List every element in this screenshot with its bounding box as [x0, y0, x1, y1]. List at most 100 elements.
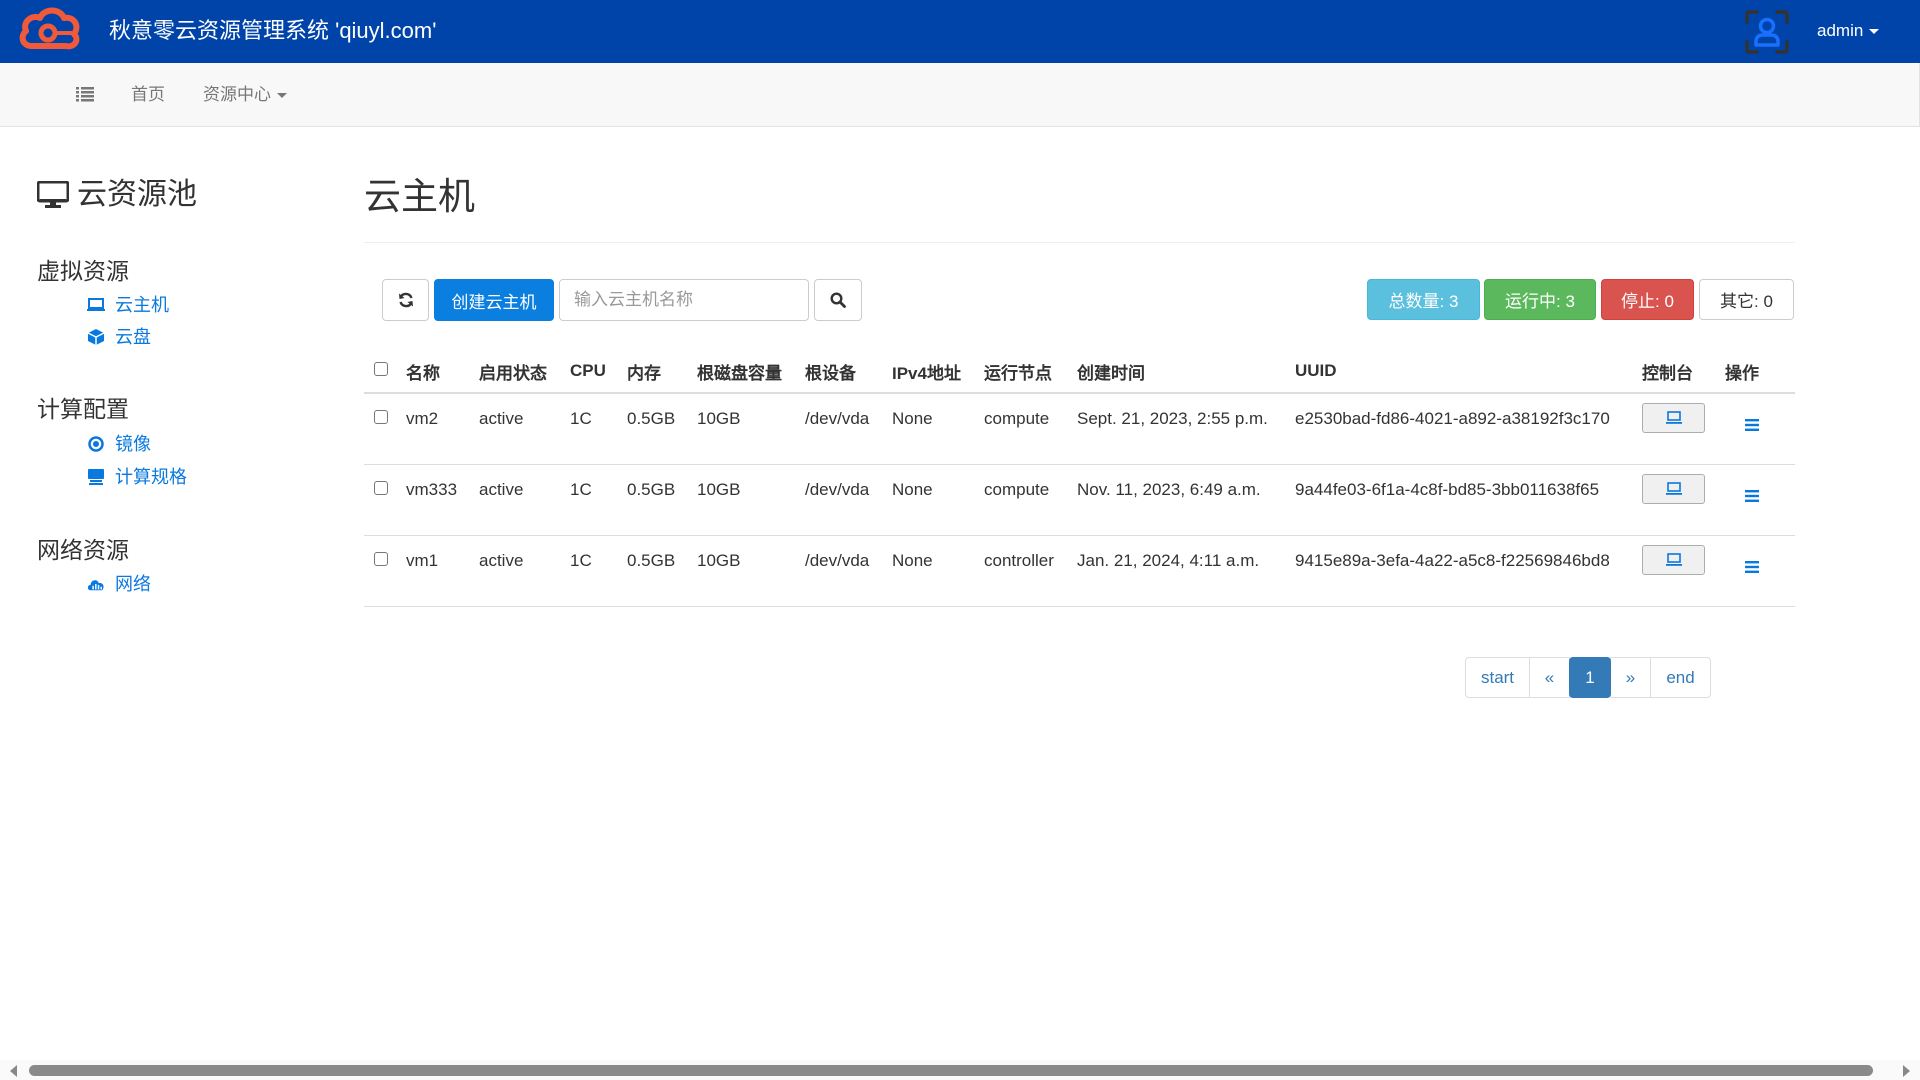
col-memory[interactable]: 内存: [621, 350, 691, 394]
col-node[interactable]: 运行节点: [978, 350, 1071, 394]
user-menu[interactable]: admin: [1817, 19, 1880, 43]
row-checkbox[interactable]: [374, 410, 388, 424]
sidebar-item-image[interactable]: 镜像: [87, 432, 151, 456]
console-button[interactable]: [1642, 473, 1705, 504]
vm-status: active: [473, 535, 564, 607]
row-checkbox[interactable]: [374, 551, 388, 566]
pagination: start « 1 » end: [1465, 657, 1711, 698]
vm-memory: 0.5GB: [621, 464, 691, 536]
sidebar-group-network: 网络资源: [37, 537, 129, 563]
col-status[interactable]: 启用状态: [473, 350, 564, 394]
sidebar-item-label: 云盘: [115, 327, 151, 347]
app-title: 秋意零云资源管理系统 'qiuyl.com': [109, 18, 437, 43]
vm-ipv4: None: [886, 393, 978, 465]
title-divider: [364, 242, 1795, 243]
user-name: admin: [1817, 21, 1864, 40]
vm-status: active: [473, 393, 564, 465]
cube-icon: [87, 328, 105, 346]
stopped-count-badge[interactable]: 停止: 0: [1601, 279, 1694, 320]
vm-name: vm1: [400, 535, 473, 607]
sidebar-group-compute: 计算配置: [37, 396, 129, 422]
sidebar-item-label: 云主机: [115, 295, 169, 315]
vm-created: Nov. 11, 2023, 6:49 a.m.: [1071, 464, 1289, 536]
page-current[interactable]: 1: [1569, 657, 1611, 698]
vm-cpu: 1C: [564, 393, 621, 465]
nav-home[interactable]: 首页: [131, 84, 165, 106]
sidebar-group-virtual: 虚拟资源: [37, 258, 129, 284]
page-end[interactable]: end: [1650, 657, 1711, 698]
vm-uuid: 9415e89a-3efa-4a22-a5c8-f22569846bd8: [1289, 535, 1636, 607]
vm-root-device: /dev/vda: [799, 393, 886, 465]
laptop-icon: [1665, 411, 1682, 424]
col-disk[interactable]: 根磁盘容量: [691, 350, 799, 394]
menu-hamburger-icon[interactable]: [1745, 419, 1759, 431]
vm-node: controller: [978, 535, 1071, 607]
table-row: vm333 active 1C 0.5GB 10GB /dev/vda None…: [364, 464, 1795, 536]
scroll-right-arrow-icon[interactable]: [1903, 1065, 1910, 1077]
page-prev[interactable]: «: [1529, 657, 1570, 698]
vm-created: Jan. 21, 2024, 4:11 a.m.: [1071, 535, 1289, 607]
scroll-left-arrow-icon[interactable]: [10, 1065, 17, 1077]
col-created[interactable]: 创建时间: [1071, 350, 1289, 394]
laptop-icon: [1665, 481, 1682, 495]
sidebar-item-vm[interactable]: 云主机: [87, 293, 169, 317]
sidebar-item-label: 网络: [115, 574, 151, 594]
refresh-button[interactable]: [382, 279, 429, 321]
sidebar-item-label: 镜像: [115, 434, 151, 454]
horizontal-scrollbar[interactable]: [0, 1060, 1920, 1080]
nav-resource-center[interactable]: 资源中心: [203, 84, 287, 106]
col-actions: 操作: [1719, 350, 1795, 394]
table-row: vm2 active 1C 0.5GB 10GB /dev/vda None c…: [364, 393, 1795, 465]
row-checkbox[interactable]: [374, 480, 388, 495]
col-ipv4[interactable]: IPv4地址: [886, 350, 978, 394]
vm-node: compute: [978, 464, 1071, 536]
col-root-device[interactable]: 根设备: [799, 350, 886, 394]
cloud-chart-icon: [87, 575, 105, 593]
table-header-row: 名称 启用状态 CPU 内存 根磁盘容量 根设备 IPv4地址 运行节点 创建时…: [364, 350, 1795, 394]
other-count-badge[interactable]: 其它: 0: [1699, 279, 1794, 320]
page-start[interactable]: start: [1465, 657, 1530, 698]
scrollbar-thumb[interactable]: [29, 1065, 1873, 1076]
laptop-icon: [1665, 552, 1682, 566]
vm-root-device: /dev/vda: [799, 535, 886, 607]
page-title: 云主机: [364, 176, 475, 217]
sidebar-title: 云资源池: [37, 175, 197, 215]
navbar: 首页 资源中心: [0, 63, 1920, 127]
col-name[interactable]: 名称: [400, 350, 473, 394]
menu-hamburger-icon[interactable]: [1745, 560, 1759, 573]
col-cpu[interactable]: CPU: [564, 350, 621, 394]
list-icon[interactable]: [76, 86, 94, 102]
logo-icon[interactable]: [18, 6, 82, 56]
caret-down-icon: [277, 93, 287, 99]
sidebar-title-text: 云资源池: [77, 178, 197, 211]
menu-hamburger-icon[interactable]: [1745, 489, 1759, 502]
create-vm-button[interactable]: 创建云主机: [434, 279, 554, 321]
col-uuid[interactable]: UUID: [1289, 350, 1636, 394]
sidebar-item-flavor[interactable]: 计算规格: [87, 465, 187, 489]
refresh-icon: [398, 292, 413, 308]
vm-memory: 0.5GB: [621, 393, 691, 465]
console-button[interactable]: [1642, 544, 1705, 575]
vm-name: vm2: [400, 393, 473, 465]
user-avatar-icon[interactable]: [1743, 8, 1791, 56]
vm-uuid: 9a44fe03-6f1a-4c8f-bd85-3bb011638f65: [1289, 464, 1636, 536]
search-button[interactable]: [814, 279, 862, 321]
vm-disk: 10GB: [691, 464, 799, 536]
select-all-checkbox[interactable]: [374, 362, 388, 376]
sidebar-item-disk[interactable]: 云盘: [87, 325, 151, 349]
sidebar-item-network[interactable]: 网络: [87, 572, 151, 596]
vm-status: active: [473, 464, 564, 536]
vm-memory: 0.5GB: [621, 535, 691, 607]
running-count-badge[interactable]: 运行中: 3: [1484, 279, 1596, 320]
page-next[interactable]: »: [1610, 657, 1651, 698]
select-all-cell: [364, 350, 400, 394]
console-button[interactable]: [1642, 403, 1705, 433]
vm-root-device: /dev/vda: [799, 464, 886, 536]
desktop-icon: [37, 181, 69, 208]
vm-cpu: 1C: [564, 464, 621, 536]
table-row: vm1 active 1C 0.5GB 10GB /dev/vda None c…: [364, 535, 1795, 607]
vm-search-input[interactable]: [559, 279, 809, 321]
caret-down-icon: [1869, 29, 1880, 35]
vm-ipv4: None: [886, 464, 978, 536]
total-count-badge[interactable]: 总数量: 3: [1367, 279, 1480, 320]
